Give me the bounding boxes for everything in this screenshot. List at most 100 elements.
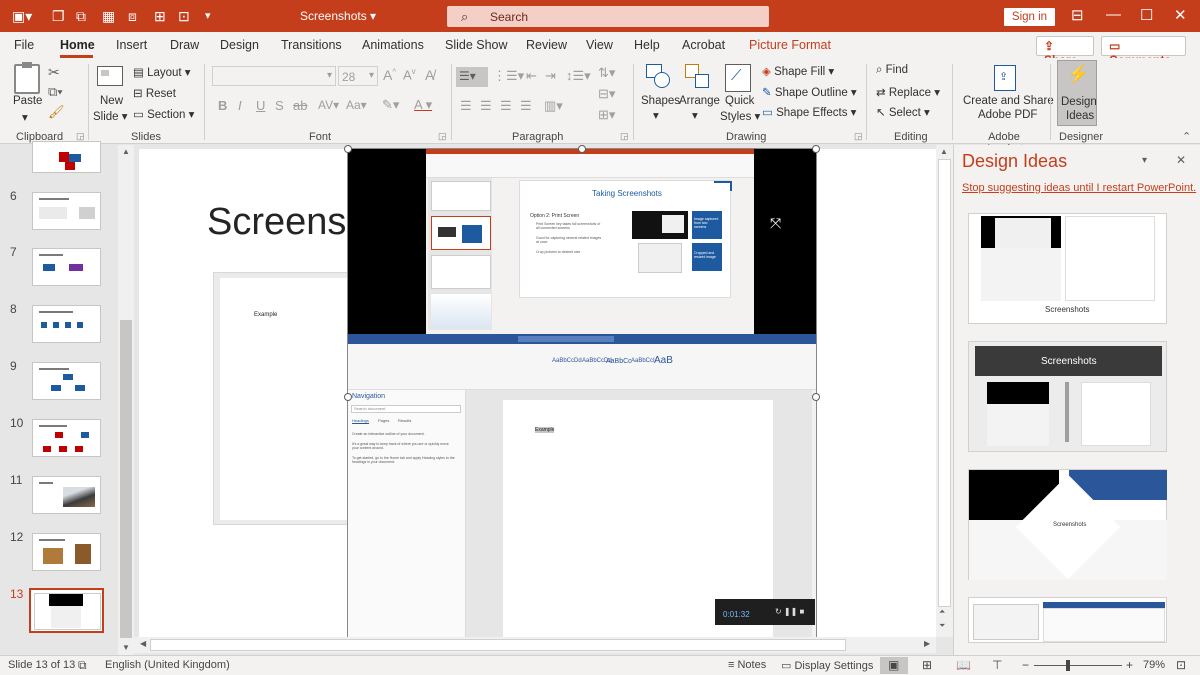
layout-button[interactable]: ▤ Layout ▾ (133, 65, 191, 79)
normal-view-button[interactable]: ▣ (880, 657, 908, 674)
share-button[interactable]: ⇪ Share (1036, 36, 1094, 67)
shadow-icon[interactable]: S (275, 98, 284, 113)
autosave-icon[interactable]: ▣▾ (12, 8, 32, 24)
slide-thumbnail-8[interactable] (32, 305, 101, 343)
highlight-icon[interactable]: ✎▾ (382, 97, 399, 113)
align-left-icon[interactable]: ☰ (460, 98, 472, 114)
copy-icon[interactable]: ⧉ (76, 8, 86, 24)
stop-suggesting-link[interactable]: Stop suggesting ideas until I restart Po… (962, 182, 1196, 194)
resize-handle[interactable] (578, 145, 586, 153)
zoom-slider-thumb[interactable] (1065, 660, 1070, 671)
ribbon-display-icon[interactable]: ⊟ (1071, 6, 1084, 24)
fit-slide-icon[interactable]: ⊡ (1176, 658, 1186, 672)
tab-view[interactable]: View (586, 38, 613, 52)
slide-thumbnail-10[interactable] (32, 419, 101, 457)
pane-options-icon[interactable]: ▾ (1142, 155, 1147, 166)
zoom-slider-track[interactable] (1034, 665, 1122, 666)
crop-icon[interactable]: ⊡ (178, 8, 190, 24)
reading-view-icon[interactable]: 📖 (956, 658, 971, 672)
close-icon[interactable]: ✕ (1174, 6, 1187, 24)
shapes-label[interactable]: Shapes (641, 95, 680, 107)
arrange-label[interactable]: Arrange (679, 95, 720, 107)
bold-icon[interactable]: B (218, 98, 227, 113)
scroll-right-icon[interactable]: ▶ (924, 639, 930, 648)
tab-help[interactable]: Help (634, 38, 660, 52)
document-title[interactable]: Screenshots ▾ (300, 9, 376, 23)
smartart-icon[interactable]: ⊞▾ (598, 107, 615, 123)
comments-button[interactable]: ▭ Comments (1101, 36, 1186, 67)
find-button[interactable]: ⌕ Find (876, 64, 908, 77)
zoom-level[interactable]: 79% (1143, 659, 1165, 671)
design-idea-4[interactable] (968, 597, 1167, 643)
save-icon[interactable]: ❐ (52, 8, 65, 24)
create-pdf-icon[interactable]: ⇪ (994, 65, 1016, 91)
slide-vertical-scrollbar[interactable]: ▲ ⏶ ⏷ (936, 145, 953, 637)
quick-styles-label-2[interactable]: Styles ▾ (720, 109, 760, 123)
paragraph-launcher-icon[interactable]: ◲ (620, 131, 629, 142)
paste-icon[interactable] (14, 62, 40, 94)
shapes-icon[interactable] (646, 64, 672, 88)
tab-slide-show[interactable]: Slide Show (445, 38, 508, 52)
display-settings-button[interactable]: ▭ Display Settings (781, 659, 873, 672)
font-size-box[interactable]: 28 ▾ (338, 66, 378, 86)
sign-in-button[interactable]: Sign in (1004, 8, 1055, 26)
align-text-icon[interactable]: ⊟▾ (598, 86, 615, 102)
design-idea-2[interactable]: Screenshots (968, 341, 1167, 452)
pane-close-icon[interactable]: ✕ (1176, 153, 1186, 167)
scroll-down-icon[interactable]: ▼ (122, 643, 130, 652)
maximize-icon[interactable]: ☐ (1140, 6, 1153, 24)
tab-transitions[interactable]: Transitions (281, 38, 342, 52)
slide-thumbnail-7[interactable] (32, 248, 101, 286)
increase-indent-icon[interactable]: ⇥ (545, 68, 556, 84)
adobe-pdf-label[interactable]: Adobe PDF (978, 109, 1037, 121)
design-idea-3[interactable]: Screenshots (968, 469, 1167, 580)
reset-button[interactable]: ⊟ Reset (133, 86, 176, 100)
drawing-launcher-icon[interactable]: ◲ (854, 131, 863, 142)
justify-icon[interactable]: ☰ (520, 98, 532, 114)
arrange-dropdown-icon[interactable]: ▾ (692, 108, 698, 122)
select-button[interactable]: ↖ Select ▾ (876, 105, 930, 119)
slide-thumbnail-13-selected[interactable] (29, 588, 104, 633)
table-icon[interactable]: ⊞ (154, 8, 166, 24)
shape-outline-button[interactable]: ✎ Shape Outline ▾ (762, 85, 857, 99)
cut-icon[interactable]: ✂ (48, 64, 60, 81)
new-slide-label[interactable]: New (100, 95, 123, 107)
design-ideas-button[interactable]: ⚡ Design Ideas (1057, 60, 1097, 126)
slide-thumbnail-12[interactable] (32, 533, 101, 571)
grid-icon[interactable]: ▦ (102, 8, 115, 24)
minimize-icon[interactable]: — (1106, 6, 1121, 23)
selected-screenshot-image[interactable]: Taking Screenshots Option 2: Print Scree… (344, 145, 820, 638)
format-painter-icon[interactable]: 🖌 (48, 104, 65, 120)
tab-review[interactable]: Review (526, 38, 567, 52)
shape-fill-button[interactable]: ◈ Shape Fill ▾ (762, 64, 834, 78)
slide-thumbnail-9[interactable] (32, 362, 101, 400)
new-slide-icon[interactable] (97, 66, 123, 86)
resize-handle[interactable] (344, 393, 352, 401)
tab-draw[interactable]: Draw (170, 38, 199, 52)
clear-format-icon[interactable]: A̸ (425, 67, 434, 83)
search-box[interactable]: ⌕ Search (447, 6, 769, 27)
font-color-icon[interactable]: A ▾ (414, 97, 432, 113)
thumbnail-scrollbar[interactable]: ▲ ▼ (118, 145, 134, 655)
columns-icon[interactable]: ▥▾ (544, 98, 563, 114)
shape-effects-button[interactable]: ▭ Shape Effects ▾ (762, 105, 856, 119)
resize-handle[interactable] (812, 145, 820, 153)
shape-icon[interactable]: ⧈ (128, 8, 137, 24)
align-center-icon[interactable]: ☰ (480, 98, 492, 114)
scroll-thumb[interactable] (150, 639, 846, 651)
resize-handle[interactable] (344, 145, 352, 153)
tab-design[interactable]: Design (220, 38, 259, 52)
scroll-thumb[interactable] (120, 320, 132, 638)
section-button[interactable]: ▭ Section ▾ (133, 107, 194, 121)
numbering-icon[interactable]: ⋮☰▾ (493, 68, 524, 84)
slide-sorter-icon[interactable]: ⊞ (922, 658, 932, 672)
tab-insert[interactable]: Insert (116, 38, 147, 52)
bullets-icon[interactable]: ☰▾ (456, 67, 488, 87)
zoom-in-icon[interactable]: + (1126, 658, 1133, 672)
tab-picture-format[interactable]: Picture Format (749, 38, 831, 52)
quick-styles-icon[interactable]: ⟋ (725, 64, 751, 92)
tab-home[interactable]: Home (60, 38, 95, 52)
slide-thumbnail-6[interactable] (32, 192, 101, 230)
slide-thumbnail-11[interactable] (32, 476, 101, 514)
customize-qat-icon[interactable]: ▾ (205, 8, 211, 24)
